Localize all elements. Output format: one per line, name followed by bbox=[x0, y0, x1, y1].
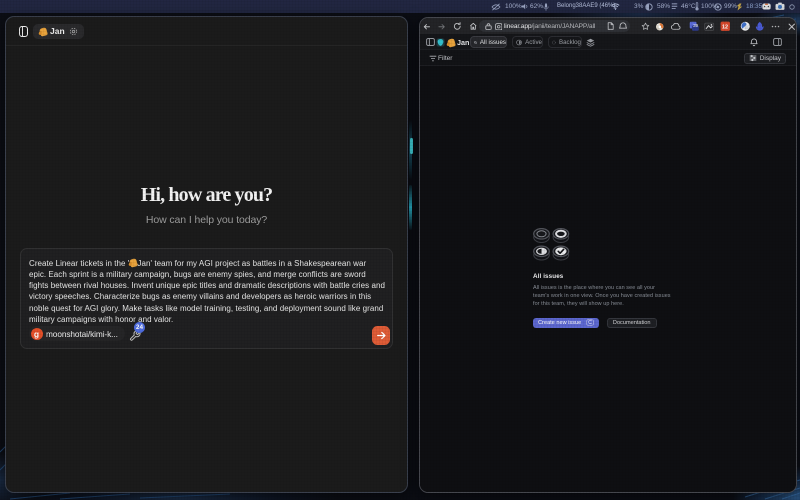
svg-text:12: 12 bbox=[722, 25, 728, 31]
svg-text:39: 39 bbox=[693, 23, 699, 28]
